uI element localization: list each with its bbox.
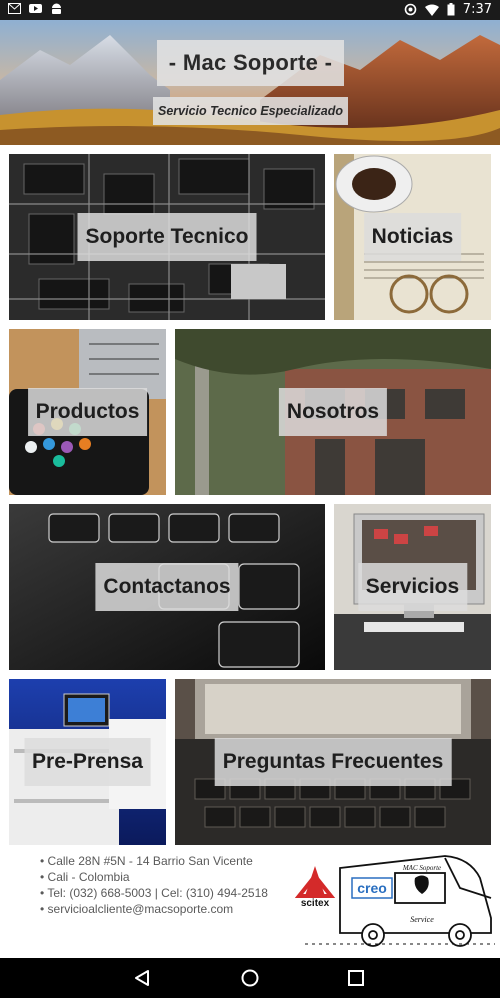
tile-pre-prensa[interactable]: Pre-Prensa [9, 679, 166, 845]
tile-label: Servicios [357, 563, 468, 611]
tile-servicios[interactable]: Servicios [334, 504, 491, 670]
tile-nosotros[interactable]: Nosotros [175, 329, 491, 495]
contact-email[interactable]: servicioalcliente@macsoporte.com [40, 901, 268, 917]
tile-label: Contactanos [95, 563, 239, 611]
navigation-bar [0, 958, 500, 998]
battery-icon [447, 3, 455, 16]
creo-text: creo [357, 880, 387, 896]
android-icon [52, 3, 61, 14]
back-icon[interactable] [133, 968, 153, 988]
contact-info: Calle 28N #5N - 14 Barrio San Vicente Ca… [40, 853, 268, 917]
wifi-icon [424, 4, 439, 16]
status-time: 7:37 [462, 2, 492, 17]
tile-soporte-tecnico[interactable]: Soporte Tecnico [9, 154, 325, 320]
tile-label: Pre-Prensa [24, 738, 151, 786]
header-banner: - Mac Soporte - Servicio Tecnico Especia… [0, 20, 500, 145]
company-logos-image: scitex creo MAC Soporte Service [294, 855, 495, 947]
home-icon[interactable] [240, 968, 260, 988]
scitex-text: scitex [301, 898, 330, 909]
van-text-top: MAC Soporte [402, 864, 441, 872]
gmail-icon [8, 3, 21, 14]
van-text-bottom: Service [410, 915, 434, 924]
tile-label: Soporte Tecnico [77, 213, 257, 261]
scitex-logo: scitex [294, 866, 336, 909]
youtube-icon [29, 4, 42, 13]
tile-preguntas-frecuentes[interactable]: Preguntas Frecuentes [175, 679, 491, 845]
contact-city: Cali - Colombia [40, 869, 268, 885]
recents-icon[interactable] [346, 968, 366, 988]
tile-noticias[interactable]: Noticias [334, 154, 491, 320]
contact-address: Calle 28N #5N - 14 Barrio San Vicente [40, 853, 268, 869]
tile-productos[interactable]: Productos [9, 329, 166, 495]
app-subtitle: Servicio Tecnico Especializado [153, 97, 348, 125]
app-title: - Mac Soporte - [157, 40, 344, 86]
contact-phone[interactable]: Tel: (032) 668-5003 | Cel: (310) 494-251… [40, 885, 268, 901]
tile-contactanos[interactable]: Contactanos [9, 504, 325, 670]
tile-label: Nosotros [278, 388, 388, 436]
tile-label: Noticias [363, 213, 462, 261]
tile-label: Preguntas Frecuentes [214, 738, 452, 786]
status-bar: 7:37 [0, 0, 500, 20]
company-logos: scitex creo MAC Soporte Service [294, 848, 498, 950]
van-drawing [305, 855, 495, 947]
data-saver-icon [404, 3, 417, 16]
tile-label: Productos [27, 388, 148, 436]
